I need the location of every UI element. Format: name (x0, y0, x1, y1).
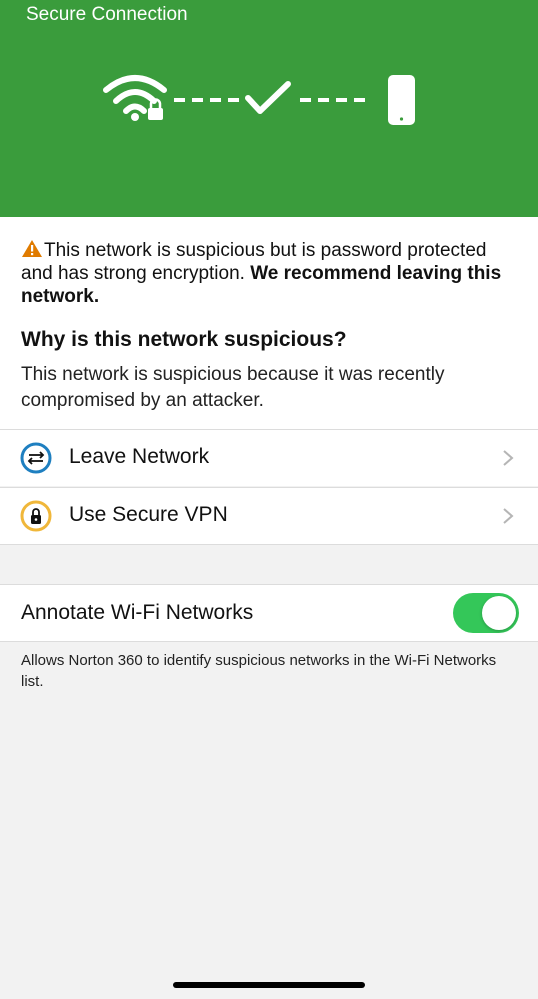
header: Secure Connection (0, 0, 538, 217)
reason-body: This network is suspicious because it wa… (21, 364, 445, 411)
reason-title: Why is this network suspicious? (21, 328, 347, 351)
connection-graphic (103, 75, 415, 125)
warning-message: This network is suspicious but is passwo… (21, 239, 521, 308)
annotate-wifi-label: Annotate Wi-Fi Networks (21, 601, 254, 624)
toggle-knob (482, 596, 516, 630)
secure-vpn-row[interactable]: Use Secure VPN (0, 488, 538, 544)
divider (0, 544, 538, 545)
divider (0, 641, 538, 642)
leave-network-label: Leave Network (69, 445, 210, 468)
chevron-right-icon (503, 508, 514, 524)
secure-vpn-icon (20, 500, 52, 532)
secure-vpn-label: Use Secure VPN (69, 503, 228, 526)
warning-triangle-icon (22, 240, 42, 257)
leave-network-row[interactable]: Leave Network (0, 430, 538, 486)
checkmark-icon (245, 81, 291, 114)
warning-card: This network is suspicious but is passwo… (0, 217, 538, 429)
leave-network-icon (20, 442, 52, 474)
annotate-wifi-toggle[interactable] (453, 593, 519, 633)
home-indicator[interactable] (173, 982, 365, 988)
chevron-right-icon (503, 450, 514, 466)
annotate-footnote: Allows Norton 360 to identify suspicious… (21, 652, 497, 690)
annotate-wifi-row: Annotate Wi-Fi Networks (0, 585, 538, 641)
wifi-lock-icon (103, 75, 167, 114)
header-title: Secure Connection (26, 4, 188, 25)
